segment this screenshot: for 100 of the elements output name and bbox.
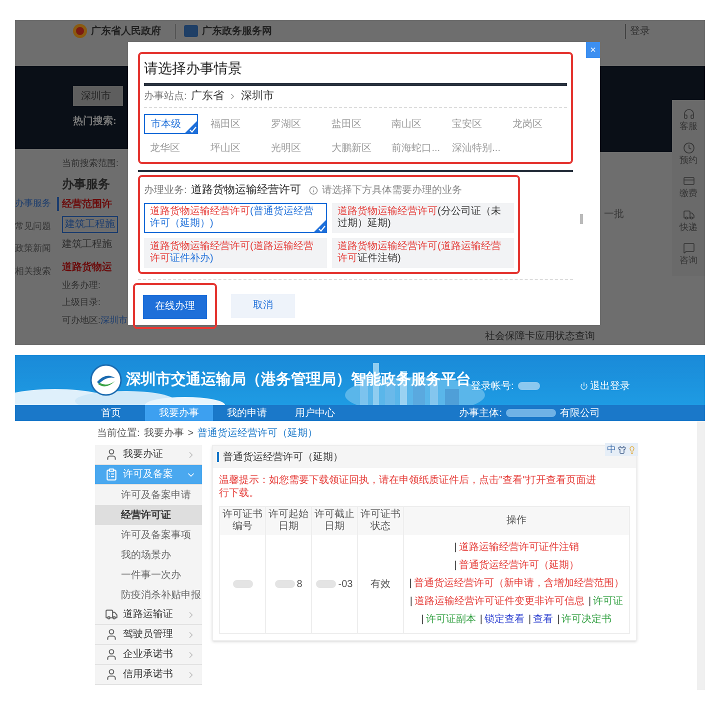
scrollbar[interactable] [697,421,705,690]
side-menu-item[interactable]: 政策新闻 [15,242,59,256]
breadcrumb-current[interactable]: 普通货运经营许可（延期） [198,426,318,440]
entity-value: 有限公司 [560,406,600,420]
sidebar-item[interactable]: 企业承诺书 [95,645,202,665]
separator-text: | [557,614,560,625]
sidebar-subitem[interactable]: 防疫消杀补贴申报 [95,585,202,605]
account-label: 登录帐号: [471,380,514,394]
side-menu-item[interactable]: 常见问题 [15,220,59,233]
cancel-button[interactable]: 取消 [231,294,295,318]
action-link[interactable]: 许可证 [593,596,624,607]
sidebar-item[interactable]: 道路运输证 [95,605,202,625]
person-icon [105,648,118,661]
action-link[interactable]: 普通货运经营许可（延期） [458,560,579,571]
separator-text: | [480,614,482,625]
result-title[interactable]: 道路货物运 [62,260,128,274]
breadcrumb-link[interactable]: 我要办事 [144,426,184,440]
side-menu-item[interactable]: 办事服务 [15,197,59,210]
clipboard-icon [105,468,118,481]
scrollbar-thumb[interactable] [580,214,583,224]
business-option[interactable]: 道路货物运输经营许可(分公司证（未过期）延期) [332,203,514,233]
sidebar-subitem[interactable]: 我的场景办 [95,545,202,565]
action-link[interactable]: 锁定查看 [484,614,524,625]
business-name: 道路货物运输经营许可 [190,182,301,198]
sidebar-item[interactable]: 信用承诺书 [95,665,202,685]
district-option[interactable]: 罗湖区 [264,114,319,134]
table-cell: -03 [312,535,358,634]
business-option[interactable]: 道路货物运输经营许可(道路运输经营许可证件补办) [144,238,326,268]
action-link[interactable]: 查看 [533,614,554,625]
city-select[interactable]: 深圳市 [73,86,123,106]
station-link[interactable]: 广东省 [190,88,224,105]
nav-tab[interactable]: 首页 [77,405,145,421]
sidebar-subitem[interactable]: 经营许可证 [95,505,202,525]
action-link[interactable]: 普通货运经营许可（新申请，含增加经营范围） [414,578,624,589]
sidebar-subitem[interactable]: 一件事一次办 [95,565,202,585]
district-option[interactable]: 坪山区 [204,138,258,158]
district-option[interactable]: 福田区 [204,114,258,134]
action-link[interactable]: 道路运输经营许可证件注销 [458,542,579,553]
site-title: 广东省人民政府 [91,24,161,38]
hint-text: 请选择下方具体需要办理的业务 [322,184,462,198]
side-menu-item[interactable]: 相关搜索 [15,264,59,278]
person-icon [105,448,118,461]
tool-label[interactable]: 快递 [680,220,698,234]
separator-text: | [454,560,457,571]
district-option[interactable]: 深汕特别... [446,138,500,158]
sidebar-item[interactable]: 驾驶员管理 [95,625,202,645]
action-link[interactable]: 道路运输经营许可证件变更非许可信息 [414,596,584,607]
field-label: 可办地区: [62,314,101,326]
login-link[interactable]: 登录 [625,24,650,38]
message-icon [682,242,694,254]
platform-title: 深圳市交通运输局（港务管理局）智能政务服务平台 [126,370,471,390]
separator-text: | [410,596,412,607]
district-option[interactable]: 龙岗区 [506,114,561,134]
district-option[interactable]: 市本级 [144,114,198,134]
business-option[interactable]: 道路货物运输经营许可(普通货运经营许可（延期）) [144,203,326,233]
district-option[interactable]: 宝安区 [446,114,500,134]
column-header: 操作 [506,515,526,526]
card-icon [682,175,694,187]
language-toggle[interactable]: 中 [607,442,616,456]
column-header: 许可证书编号 [222,509,262,532]
column-header: 许可截止日期 [314,509,354,532]
column-header: 许可证书状态 [360,509,400,532]
redacted-blur [232,580,252,588]
truck-icon [682,208,694,220]
logout-button[interactable]: 退出登录 [580,378,630,394]
sidebar-subitem[interactable]: 许可及备案事项 [95,525,202,545]
sidebar-subitem[interactable]: 许可及备案申请 [95,485,202,505]
business-option[interactable]: 道路货物运输经营许可(道路运输经营许可证件注销) [332,238,514,268]
redacted-blur [506,409,556,417]
nav-tab[interactable]: 用户中心 [281,405,349,421]
district-option[interactable]: 光明区 [264,138,319,158]
station-label: 办事站点: [144,90,187,104]
close-button[interactable]: × [586,42,600,58]
district-option[interactable]: 盐田区 [325,114,380,134]
online-apply-button[interactable]: 在线办理 [143,294,207,318]
district-option[interactable]: 龙华区 [144,138,198,158]
category-tag[interactable]: 建筑工程施 [62,216,118,232]
entity-label: 办事主体: [459,406,502,420]
table-cell: 8 [266,535,312,634]
separator-text: | [528,614,532,625]
section-title: 办事服务 [62,176,111,192]
check-corner-icon [314,220,326,232]
district-option[interactable]: 前海蛇口... [386,138,440,158]
nav-tab[interactable]: 我的申请 [213,405,281,421]
headset-icon [682,108,694,120]
shirt-icon[interactable] [618,446,626,454]
separator-text: | [409,578,412,589]
list-item: 建筑工程施 [62,238,113,252]
sidebar-item[interactable]: 许可及备案 [95,465,202,485]
portal-title: 广东政务服务网 [202,24,272,38]
district-option[interactable]: 南山区 [386,114,440,134]
action-link[interactable]: 许可决定书 [562,614,612,625]
refresh-link[interactable]: 一批 [604,207,624,222]
station-link[interactable]: 深圳市 [240,88,274,105]
person-icon [105,628,118,641]
field-value[interactable]: 深圳市 [100,314,128,327]
check-corner-icon [185,121,197,133]
district-option[interactable]: 大鹏新区 [325,138,380,158]
nav-tab[interactable]: 我要办事 [145,405,213,421]
action-link[interactable]: 许可证副本 [426,614,476,625]
